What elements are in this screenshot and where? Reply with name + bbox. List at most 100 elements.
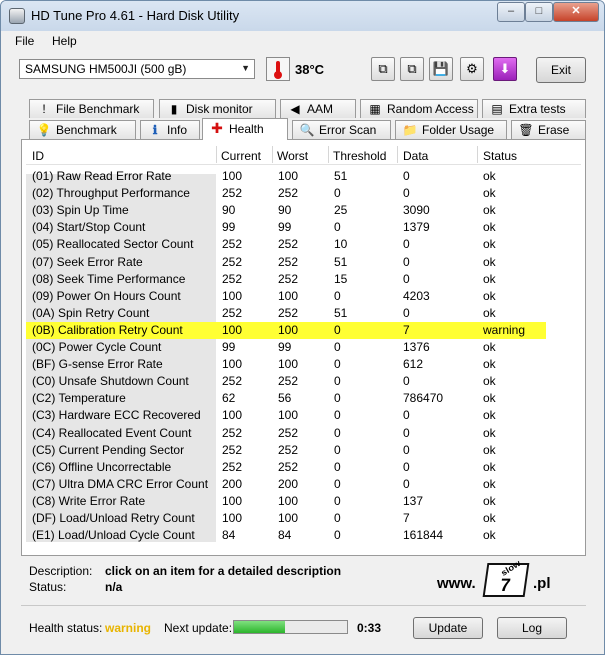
table-row[interactable]: (09) Power On Hours Count 100 100 0 4203 ok	[26, 288, 546, 305]
table-row[interactable]: (BF) G-sense Error Rate 100 100 0 612 ok	[26, 356, 546, 373]
drive-select[interactable]: SAMSUNG HM500JI (500 gB) ▼	[19, 59, 255, 79]
copy-info-button[interactable]: ⧉	[400, 57, 424, 81]
speaker-icon: ◀	[290, 102, 300, 116]
table-row[interactable]: (07) Seek Error Rate 252 252 51 0 ok	[26, 254, 546, 271]
menu-help[interactable]: Help	[52, 34, 77, 48]
table-row[interactable]: (04) Start/Stop Count 99 99 0 1379 ok	[26, 219, 546, 236]
exit-button[interactable]: Exit	[536, 57, 586, 83]
cell-data: 7	[403, 322, 410, 337]
menu-file[interactable]: File	[15, 34, 34, 48]
cell-worst: 100	[278, 169, 299, 183]
table-row[interactable]: (DF) Load/Unload Retry Count 100 100 0 7 ok	[26, 510, 546, 527]
table-row[interactable]: (0A) Spin Retry Count 252 252 51 0 ok	[26, 305, 546, 322]
table-row[interactable]: (0C) Power Cycle Count 99 99 0 1376 ok	[26, 339, 546, 356]
table-row[interactable]: (C0) Unsafe Shutdown Count 252 252 0 0 ok	[26, 373, 546, 390]
table-row[interactable]: (C8) Write Error Rate 100 100 0 137 ok	[26, 493, 546, 510]
table-row[interactable]: (03) Spin Up Time 90 90 25 3090 ok	[26, 202, 546, 219]
cell-worst: 99	[278, 220, 292, 235]
cell-threshold: 51	[334, 254, 348, 269]
cell-current: 100	[222, 511, 243, 525]
cell-current: 252	[222, 186, 243, 201]
copy-button[interactable]: ⧉	[371, 57, 395, 81]
cell-current: 200	[222, 476, 243, 491]
cell-worst: 100	[278, 493, 299, 508]
log-button[interactable]: Log	[497, 617, 567, 639]
tab-file-benchmark[interactable]: ! File Benchmark	[29, 99, 154, 118]
tab-info[interactable]: ℹ Info	[140, 120, 200, 139]
download-button[interactable]: ⬇	[493, 57, 517, 81]
cell-current: 252	[222, 271, 243, 286]
title-bar: HD Tune Pro 4.61 - Hard Disk Utility – □…	[1, 1, 604, 31]
column-header-current[interactable]: Current	[221, 149, 261, 163]
cell-worst: 90	[278, 203, 292, 218]
tab-disk-monitor[interactable]: ▮ Disk monitor	[159, 99, 276, 118]
column-header-worst[interactable]: Worst	[277, 149, 308, 163]
table-row[interactable]: (05) Reallocated Sector Count 252 252 10 0 ok	[26, 236, 546, 253]
logo-prefix: www.	[437, 575, 476, 592]
table-row[interactable]: (E1) Load/Unload Cycle Count 84 84 0 161844 o…	[26, 527, 546, 544]
cell-status: ok	[483, 186, 496, 201]
column-header-status[interactable]: Status	[483, 149, 517, 163]
column-header-id[interactable]: ID	[32, 149, 44, 163]
drive-select-value: SAMSUNG HM500JI (500 gB)	[25, 62, 187, 76]
cell-data: 137	[403, 493, 424, 508]
table-row[interactable]: (C7) Ultra DMA CRC Error Count 200 200 0 0 ok	[26, 476, 546, 493]
cell-status: ok	[483, 408, 496, 423]
tab-health[interactable]: ✚ Health	[202, 118, 288, 140]
description-value: click on an item for a detailed descript…	[105, 564, 342, 578]
erase-icon: 🗑	[518, 123, 534, 137]
cell-threshold: 0	[334, 357, 341, 372]
tab-benchmark[interactable]: 💡 Benchmark	[29, 120, 136, 139]
table-row[interactable]: (0B) Calibration Retry Count 100 100 0 7 warn…	[26, 321, 546, 339]
cell-worst: 84	[278, 528, 292, 543]
cell-threshold: 10	[334, 237, 348, 252]
cell-worst: 200	[278, 476, 299, 491]
close-button[interactable]: ✕	[553, 2, 599, 22]
options-button[interactable]: ⚙	[460, 57, 484, 81]
minimize-button[interactable]: –	[497, 2, 525, 22]
copy-icon: ⧉	[378, 61, 388, 76]
cell-threshold: 25	[334, 203, 348, 218]
table-row[interactable]: (C2) Temperature 62 56 0 786470 ok	[26, 390, 546, 407]
maximize-button[interactable]: □	[525, 2, 553, 22]
save-button[interactable]: 💾	[429, 57, 453, 81]
cell-threshold: 0	[334, 340, 341, 354]
cell-data: 161844	[403, 528, 444, 543]
cell-status: ok	[483, 374, 496, 389]
tab-extra-tests[interactable]: ▤ Extra tests	[482, 99, 586, 118]
column-header-threshold[interactable]: Threshold	[333, 149, 386, 163]
cell-status: ok	[483, 357, 496, 372]
table-row[interactable]: (C5) Current Pending Sector 252 252 0 0 ok	[26, 442, 546, 459]
logo-digit: 7	[498, 575, 512, 595]
table-row[interactable]: (08) Seek Time Performance 252 252 15 0 ok	[26, 271, 546, 288]
tab-aam[interactable]: ◀ AAM	[280, 99, 356, 118]
table-row[interactable]: (01) Raw Read Error Rate 100 100 51 0 ok	[26, 168, 546, 185]
cell-worst: 252	[278, 237, 299, 252]
random-access-icon: ▦	[369, 102, 381, 116]
options-icon: ⚙	[466, 61, 478, 76]
file-benchmark-icon: !	[42, 102, 46, 116]
tab-random-access[interactable]: ▦ Random Access	[360, 99, 478, 118]
table-row[interactable]: (02) Throughput Performance 252 252 0 0 ok	[26, 185, 546, 202]
cell-threshold: 0	[334, 511, 341, 525]
tab-error-scan[interactable]: 🔍 Error Scan	[292, 120, 391, 139]
update-button[interactable]: Update	[413, 617, 483, 639]
health-status-label: Health status:	[29, 621, 103, 635]
cell-worst: 100	[278, 357, 299, 372]
tab-erase[interactable]: 🗑 Erase	[511, 120, 586, 139]
cell-threshold: 0	[334, 186, 341, 201]
cell-data: 0	[403, 237, 410, 252]
cell-data: 0	[403, 271, 410, 286]
cell-status: ok	[483, 442, 496, 457]
table-row[interactable]: (C3) Hardware ECC Recovered 100 100 0 0 ok	[26, 407, 546, 424]
cell-data: 3090	[403, 203, 430, 218]
column-separator	[216, 146, 217, 163]
cell-worst: 252	[278, 254, 299, 269]
column-header-data[interactable]: Data	[403, 149, 428, 163]
temperature-value: 38°C	[295, 62, 325, 77]
table-row[interactable]: (C4) Reallocated Event Count 252 252 0 0 ok	[26, 425, 546, 442]
cell-current: 99	[222, 340, 236, 354]
progress-fill	[234, 621, 285, 633]
table-row[interactable]: (C6) Offline Uncorrectable 252 252 0 0 ok	[26, 459, 546, 476]
tab-folder-usage[interactable]: 📁 Folder Usage	[395, 120, 507, 139]
